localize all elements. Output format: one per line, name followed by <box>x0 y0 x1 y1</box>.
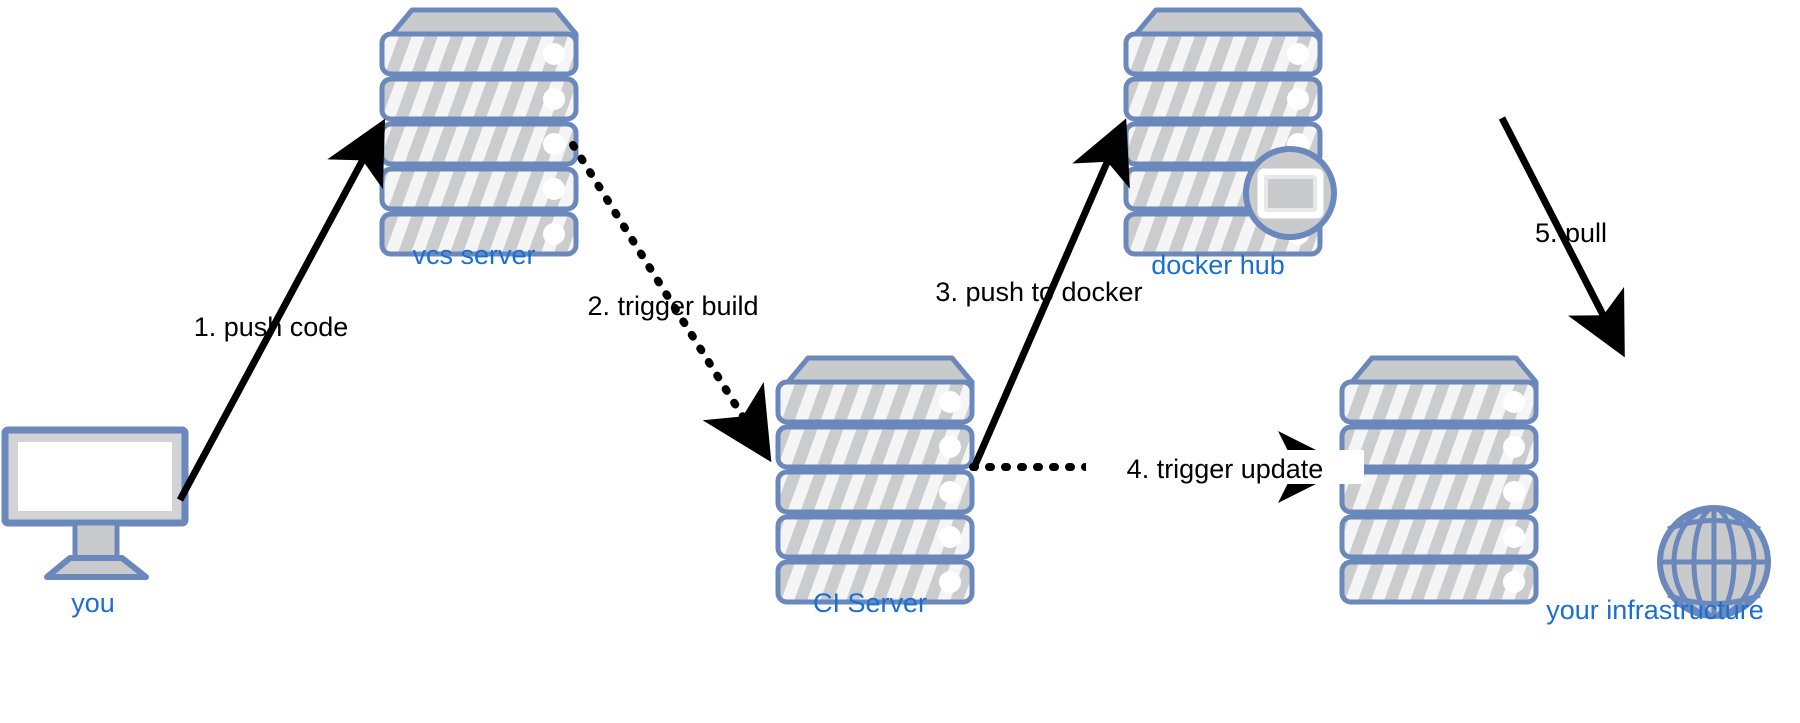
node-label-docker-hub: docker hub <box>1151 250 1285 280</box>
server-rack-icon-infra <box>1342 358 1536 602</box>
pipeline-diagram: you vcs server CI Server docker hub your… <box>1 0 1771 625</box>
server-rack-icon-ci <box>778 358 972 602</box>
node-label-your-infrastructure: your infrastructure <box>1546 595 1764 625</box>
node-label-ci-server: CI Server <box>813 588 927 618</box>
edge-pull: 5. pull <box>1498 116 1625 358</box>
node-you[interactable]: you <box>1 426 189 618</box>
node-label-vcs-server: vcs server <box>412 240 535 270</box>
edge-label-3: 3. push to docker <box>935 277 1142 307</box>
edge-label-5: 5. pull <box>1535 218 1607 248</box>
container-badge-icon <box>1243 146 1337 240</box>
edge-label-2: 2. trigger build <box>587 291 758 321</box>
edge-trigger-build: 2. trigger build <box>569 141 772 463</box>
monitor-icon <box>1 426 189 580</box>
node-label-you: you <box>71 588 115 618</box>
server-rack-icon-vcs <box>382 10 576 254</box>
edge-push-code: 1. push code <box>176 118 385 502</box>
edge-label-4: 4. trigger update <box>1127 454 1324 484</box>
diagram-canvas: you vcs server CI Server docker hub your… <box>0 0 1800 723</box>
node-your-infrastructure[interactable]: your infrastructure <box>1342 358 1771 625</box>
edge-trigger-update: 4. trigger update <box>969 431 1364 503</box>
edge-label-1: 1. push code <box>194 312 349 342</box>
node-ci-server[interactable]: CI Server <box>778 358 972 618</box>
node-vcs-server[interactable]: vcs server <box>382 10 576 270</box>
node-docker-hub[interactable]: docker hub <box>1126 10 1337 280</box>
